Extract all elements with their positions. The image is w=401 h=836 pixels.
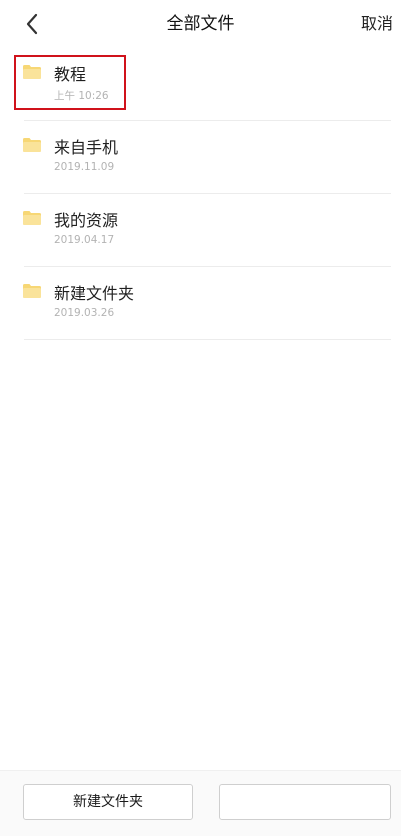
file-date: 上午 10:26	[54, 90, 109, 102]
cancel-button[interactable]: 取消	[361, 0, 393, 48]
file-name: 新建文件夹	[54, 284, 135, 303]
file-date: 2019.03.26	[54, 307, 115, 319]
file-name: 我的资源	[54, 211, 119, 230]
file-name: 来自手机	[54, 138, 119, 157]
divider	[24, 339, 391, 340]
header: 全部文件 取消	[0, 0, 401, 48]
folder-icon	[23, 211, 41, 225]
chevron-left-icon	[26, 13, 38, 35]
folder-icon	[23, 138, 41, 152]
page-title: 全部文件	[166, 14, 235, 34]
list-item[interactable]: 来自手机 2019.11.09	[0, 121, 401, 194]
list-item[interactable]: 我的资源 2019.04.17	[0, 194, 401, 267]
list-item[interactable]: 新建文件夹 2019.03.26	[0, 267, 401, 340]
footer-toolbar: 新建文件夹	[0, 770, 401, 836]
file-name: 教程	[54, 65, 87, 84]
folder-icon	[23, 65, 41, 79]
file-list: 教程 上午 10:26 来自手机 2019.11.09 我的资源 2019.04…	[0, 48, 401, 340]
list-item[interactable]: 教程 上午 10:26	[0, 48, 401, 121]
new-folder-button[interactable]: 新建文件夹	[23, 784, 193, 820]
confirm-button[interactable]	[219, 784, 391, 820]
file-date: 2019.04.17	[54, 234, 115, 246]
back-button[interactable]	[20, 10, 44, 38]
file-date: 2019.11.09	[54, 161, 115, 173]
folder-icon	[23, 284, 41, 298]
